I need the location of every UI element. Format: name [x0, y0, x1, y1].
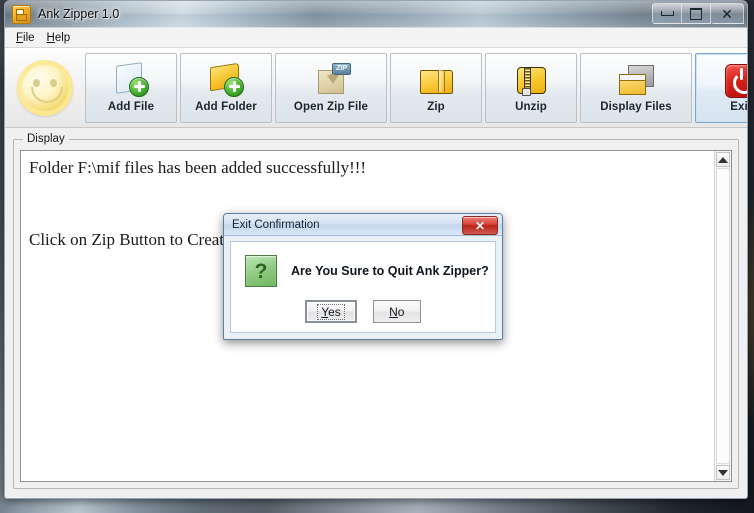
zip-folder-icon — [417, 63, 455, 97]
dialog-close-button[interactable]: ✕ — [462, 216, 498, 235]
add-folder-label: Add Folder — [195, 100, 257, 113]
close-icon: ✕ — [474, 218, 486, 233]
menu-file-rest: ile — [23, 31, 35, 44]
dialog-button-row: Yes No — [231, 300, 495, 323]
exit-power-icon — [722, 63, 747, 98]
scroll-up-button[interactable] — [716, 152, 730, 167]
menu-help-rest: elp — [54, 31, 71, 44]
exit-confirmation-dialog: Exit Confirmation ✕ ? Are You Sure to Qu… — [223, 213, 503, 340]
smiley-face-icon — [17, 59, 73, 116]
menu-help-mnemonic: H — [46, 31, 55, 44]
display-line-1: Folder F:\mif files has been added succe… — [29, 158, 367, 177]
yes-button[interactable]: Yes — [305, 300, 357, 323]
minimize-button[interactable] — [652, 3, 682, 24]
window-front-shape — [619, 73, 646, 95]
add-folder-icon — [207, 63, 245, 97]
exit-button[interactable]: Exit — [695, 52, 748, 123]
display-files-label: Display Files — [600, 100, 672, 113]
add-file-icon — [112, 63, 150, 97]
vertical-scrollbar[interactable] — [714, 151, 731, 481]
menu-file-mnemonic: F — [16, 31, 24, 44]
open-zip-file-icon: ZIP — [312, 62, 351, 97]
close-button[interactable]: ✕ — [711, 3, 744, 24]
yes-rest: es — [328, 304, 341, 319]
unzip-label: Unzip — [515, 100, 547, 113]
zipper-pull-icon — [522, 87, 531, 96]
dialog-message-row: ? Are You Sure to Quit Ank Zipper? — [231, 242, 495, 287]
zip-tag-icon: ZIP — [332, 62, 351, 75]
main-window: Ank Zipper 1.0 ✕ File Help Add File Add … — [4, 0, 748, 499]
plus-badge-icon — [129, 76, 149, 97]
no-mnemonic: N — [389, 304, 398, 319]
window-controls: ✕ — [652, 3, 744, 24]
download-arrow-icon — [327, 74, 339, 84]
maximize-button[interactable] — [682, 3, 711, 24]
smiley-eye-right — [50, 78, 57, 87]
smiley-mouth — [31, 86, 63, 103]
add-folder-button[interactable]: Add Folder — [180, 52, 272, 123]
zip-label: Zip — [427, 100, 445, 113]
unzip-button[interactable]: Unzip — [485, 52, 577, 123]
scroll-down-button[interactable] — [716, 465, 730, 480]
yes-button-inner: Yes — [317, 303, 345, 320]
open-zip-file-button[interactable]: ZIP Open Zip File — [275, 52, 387, 123]
window-title: Ank Zipper 1.0 — [38, 7, 120, 21]
zip-button[interactable]: Zip — [390, 52, 482, 123]
no-button-inner: No — [389, 305, 404, 319]
menu-item-help[interactable]: Help — [44, 30, 80, 46]
dialog-message: Are You Sure to Quit Ank Zipper? — [291, 264, 489, 278]
plus-badge-icon — [224, 76, 244, 97]
dialog-body: ? Are You Sure to Quit Ank Zipper? Yes N… — [230, 241, 496, 333]
open-zip-file-label: Open Zip File — [293, 100, 369, 113]
menu-bar: File Help — [5, 28, 747, 48]
toolbar: Add File Add Folder ZIP Open Zip File Zi… — [5, 48, 747, 128]
exit-label: Exit — [730, 100, 748, 113]
add-file-label: Add File — [107, 100, 155, 113]
question-mark-icon: ? — [245, 255, 277, 287]
scroll-down-icon — [718, 469, 728, 476]
add-file-button[interactable]: Add File — [85, 52, 177, 123]
scrollbar-track[interactable] — [716, 168, 730, 464]
display-panel-legend: Display — [23, 133, 69, 145]
menu-item-file[interactable]: File — [13, 30, 44, 46]
no-rest: o — [397, 304, 405, 319]
display-files-button[interactable]: Display Files — [580, 52, 692, 123]
smiley-eye-left — [33, 78, 40, 87]
dialog-title-bar[interactable]: Exit Confirmation ✕ — [224, 214, 502, 236]
scroll-up-icon — [718, 156, 728, 163]
dialog-title: Exit Confirmation — [232, 218, 320, 231]
question-mark-glyph: ? — [254, 259, 268, 283]
power-bar-shape — [739, 67, 743, 80]
no-button[interactable]: No — [372, 300, 421, 323]
app-icon — [12, 4, 31, 24]
unzip-icon — [512, 63, 550, 97]
window-title-bar[interactable]: Ank Zipper 1.0 ✕ — [5, 1, 747, 28]
maximize-icon — [690, 7, 702, 20]
display-files-icon — [617, 63, 655, 97]
close-icon: ✕ — [721, 5, 733, 22]
minimize-icon — [660, 11, 674, 16]
